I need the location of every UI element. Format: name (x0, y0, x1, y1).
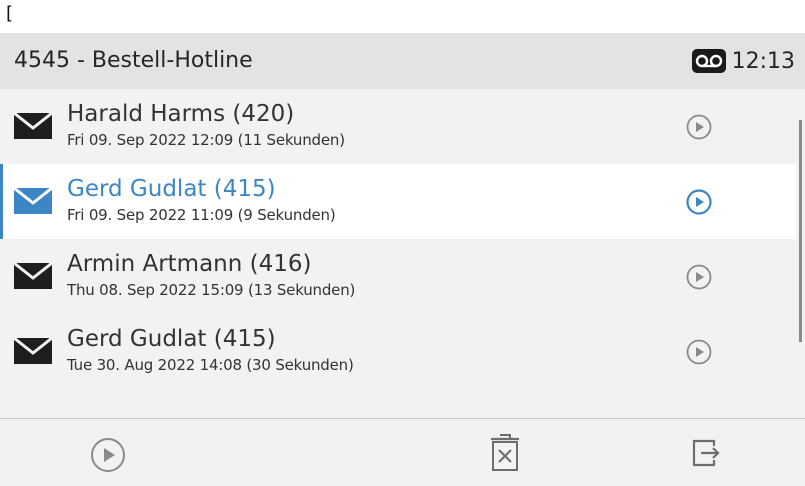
softkey-bar (0, 419, 805, 486)
title-bar: 4545 - Bestell-Hotline 12:13 (0, 33, 805, 89)
caller-name: Armin Artmann (416) (67, 251, 312, 277)
envelope-icon (14, 113, 52, 139)
message-row[interactable]: Gerd Gudlat (415) Tue 30. Aug 2022 14:08… (0, 314, 796, 389)
scrollbar[interactable] (799, 120, 802, 342)
message-row[interactable]: Harald Harms (420) Fri 09. Sep 2022 12:0… (0, 89, 796, 164)
caller-name: Gerd Gudlat (415) (67, 176, 276, 202)
envelope-icon (14, 263, 52, 289)
page-title: 4545 - Bestell-Hotline (14, 48, 253, 73)
play-icon[interactable] (686, 114, 712, 140)
status-area: 12:13 (691, 33, 795, 89)
bracket-text: [ (6, 3, 14, 24)
play-icon[interactable] (90, 437, 126, 473)
voicemail-icon (691, 49, 726, 73)
message-list: Harald Harms (420) Fri 09. Sep 2022 12:0… (0, 89, 805, 418)
message-row[interactable]: Armin Artmann (416) Thu 08. Sep 2022 15:… (0, 239, 796, 314)
message-date: Tue 30. Aug 2022 14:08 (30 Sekunden) (67, 356, 354, 374)
play-icon[interactable] (686, 339, 712, 365)
caller-name: Gerd Gudlat (415) (67, 326, 276, 352)
caller-name: Harald Harms (420) (67, 101, 295, 127)
message-date: Fri 09. Sep 2022 12:09 (11 Sekunden) (67, 131, 345, 149)
envelope-icon (14, 338, 52, 364)
exit-icon[interactable] (690, 437, 722, 469)
delete-icon[interactable] (488, 433, 522, 473)
message-date: Thu 08. Sep 2022 15:09 (13 Sekunden) (67, 281, 356, 299)
clock: 12:13 (731, 48, 795, 74)
message-date: Fri 09. Sep 2022 11:09 (9 Sekunden) (67, 206, 336, 224)
play-icon[interactable] (686, 189, 712, 215)
message-row-selected[interactable]: Gerd Gudlat (415) Fri 09. Sep 2022 11:09… (0, 164, 796, 239)
play-icon[interactable] (686, 264, 712, 290)
envelope-icon (14, 188, 52, 214)
